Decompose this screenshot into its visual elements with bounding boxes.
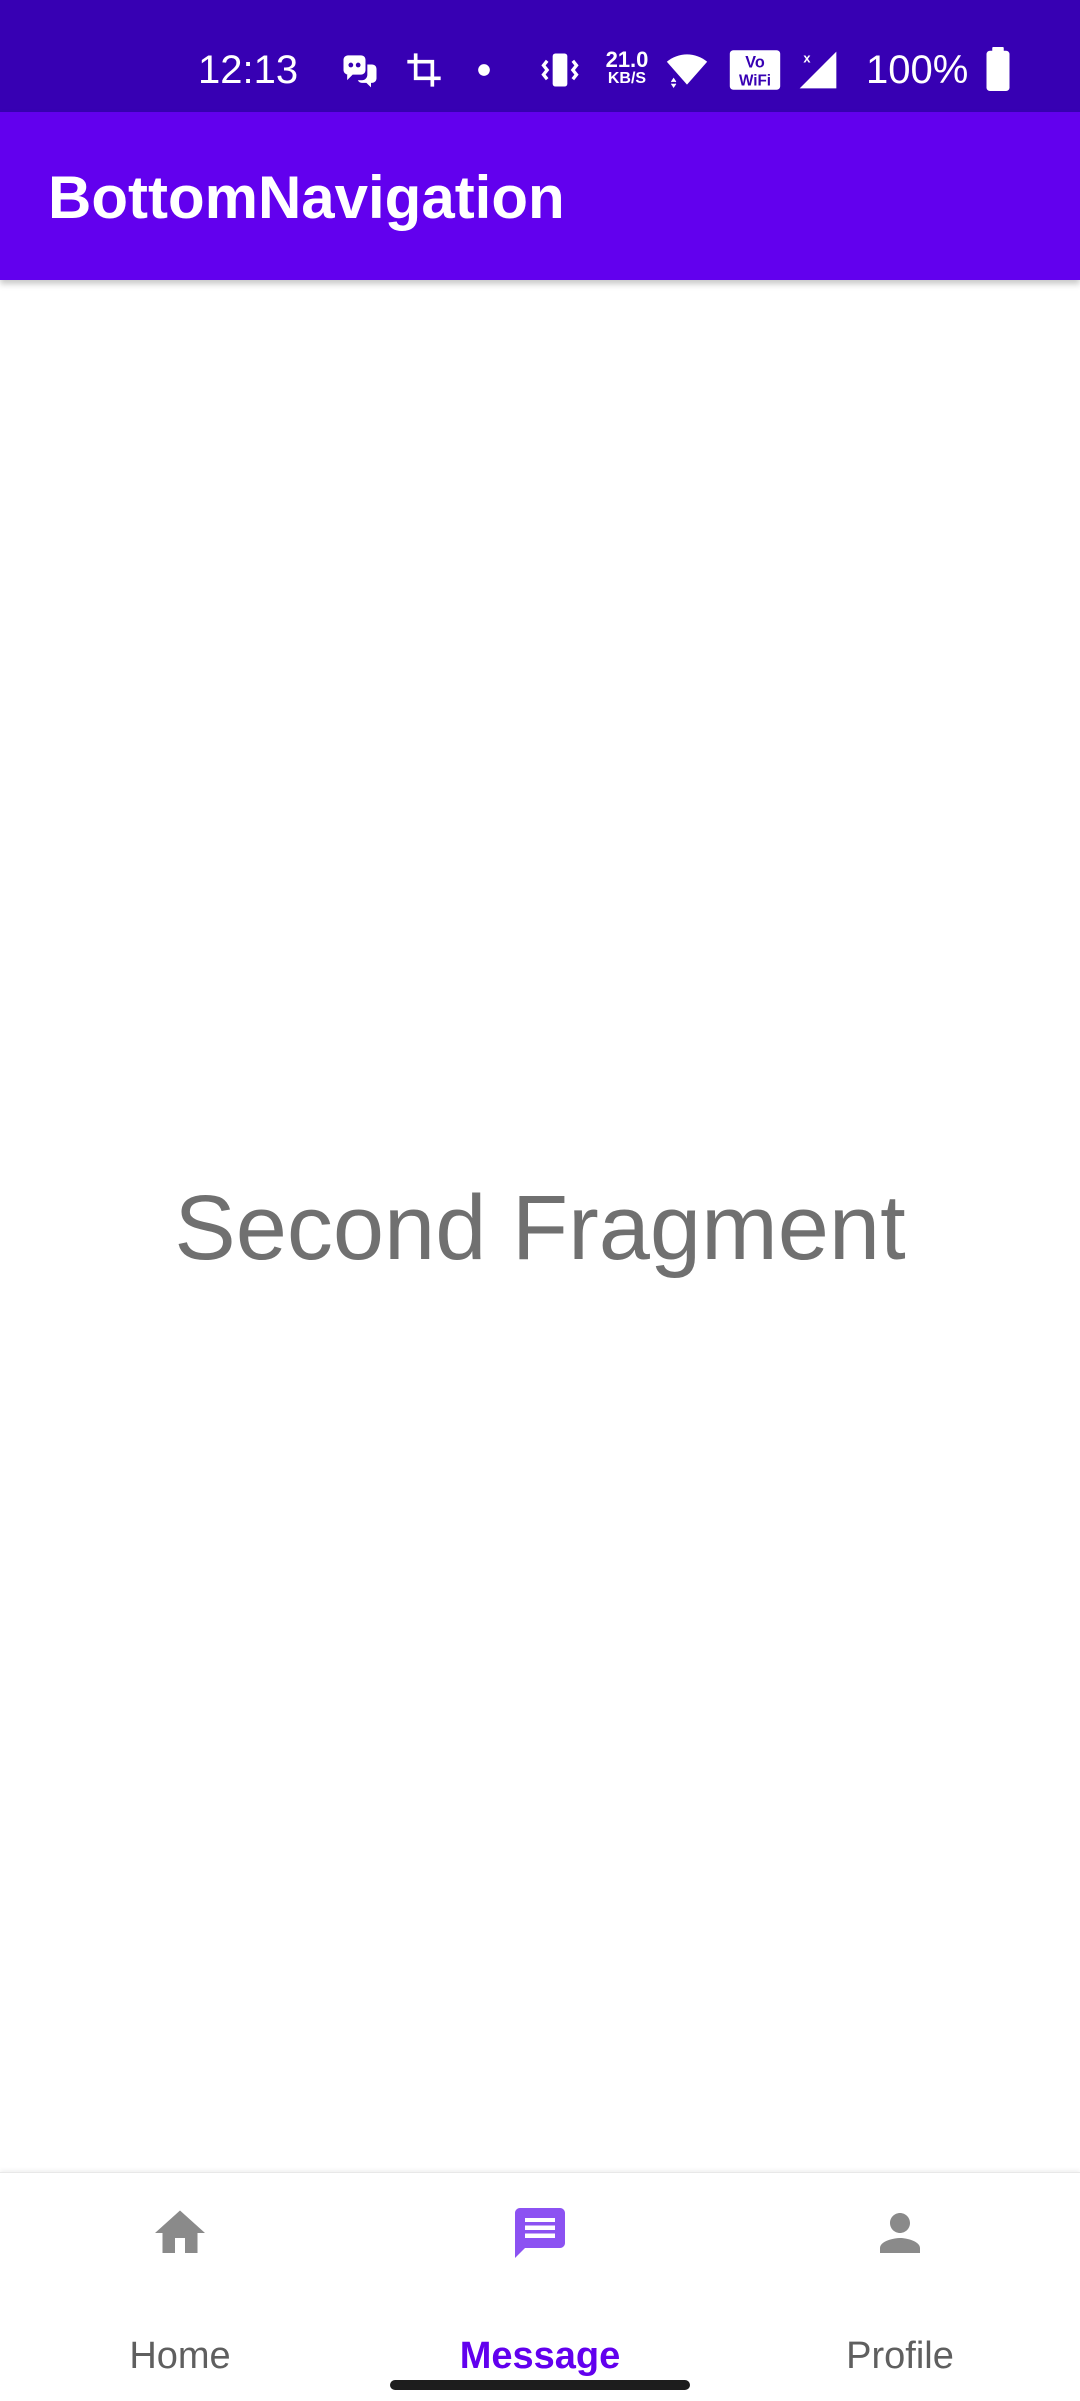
nav-item-profile[interactable]: Profile bbox=[720, 2173, 1080, 2401]
bottom-navigation: Home Message Profile bbox=[0, 2172, 1080, 2401]
nav-item-message[interactable]: Message bbox=[360, 2173, 720, 2401]
vibrate-icon bbox=[541, 53, 579, 87]
gesture-handle[interactable] bbox=[390, 2380, 690, 2390]
app-title: BottomNavigation bbox=[48, 164, 565, 231]
net-speed-unit: KB/S bbox=[607, 70, 647, 87]
discord-icon bbox=[343, 55, 377, 88]
net-speed-value: 21.0 bbox=[605, 47, 649, 72]
person-icon bbox=[880, 2213, 920, 2253]
nav-label-home: Home bbox=[129, 2335, 231, 2377]
status-bar: 12:13 21.0 KB/S Vo WiFi x 100% bbox=[0, 0, 1080, 112]
vowifi-icon: Vo WiFi bbox=[729, 50, 781, 90]
battery-icon bbox=[986, 46, 1010, 92]
fragment-container: Second Fragment bbox=[0, 280, 1080, 2172]
svg-text:Vo: Vo bbox=[745, 53, 765, 71]
app-bar: BottomNavigation bbox=[0, 112, 1080, 280]
svg-text:x: x bbox=[803, 51, 811, 66]
net-speed: 21.0 KB/S bbox=[602, 47, 652, 88]
wifi-icon bbox=[666, 54, 708, 89]
nav-item-home[interactable]: Home bbox=[0, 2173, 360, 2401]
dot-icon bbox=[478, 64, 490, 76]
nav-label-profile: Profile bbox=[846, 2335, 954, 2377]
nav-label-message: Message bbox=[459, 2335, 621, 2377]
svg-text:WiFi: WiFi bbox=[739, 72, 771, 89]
message-icon bbox=[515, 2208, 565, 2258]
fragment-text: Second Fragment bbox=[174, 1177, 906, 1279]
battery-percent: 100% bbox=[866, 48, 969, 92]
status-time: 12:13 bbox=[198, 48, 299, 92]
crop-icon bbox=[407, 53, 441, 87]
signal-icon: x bbox=[799, 51, 837, 89]
home-icon bbox=[155, 2210, 205, 2253]
